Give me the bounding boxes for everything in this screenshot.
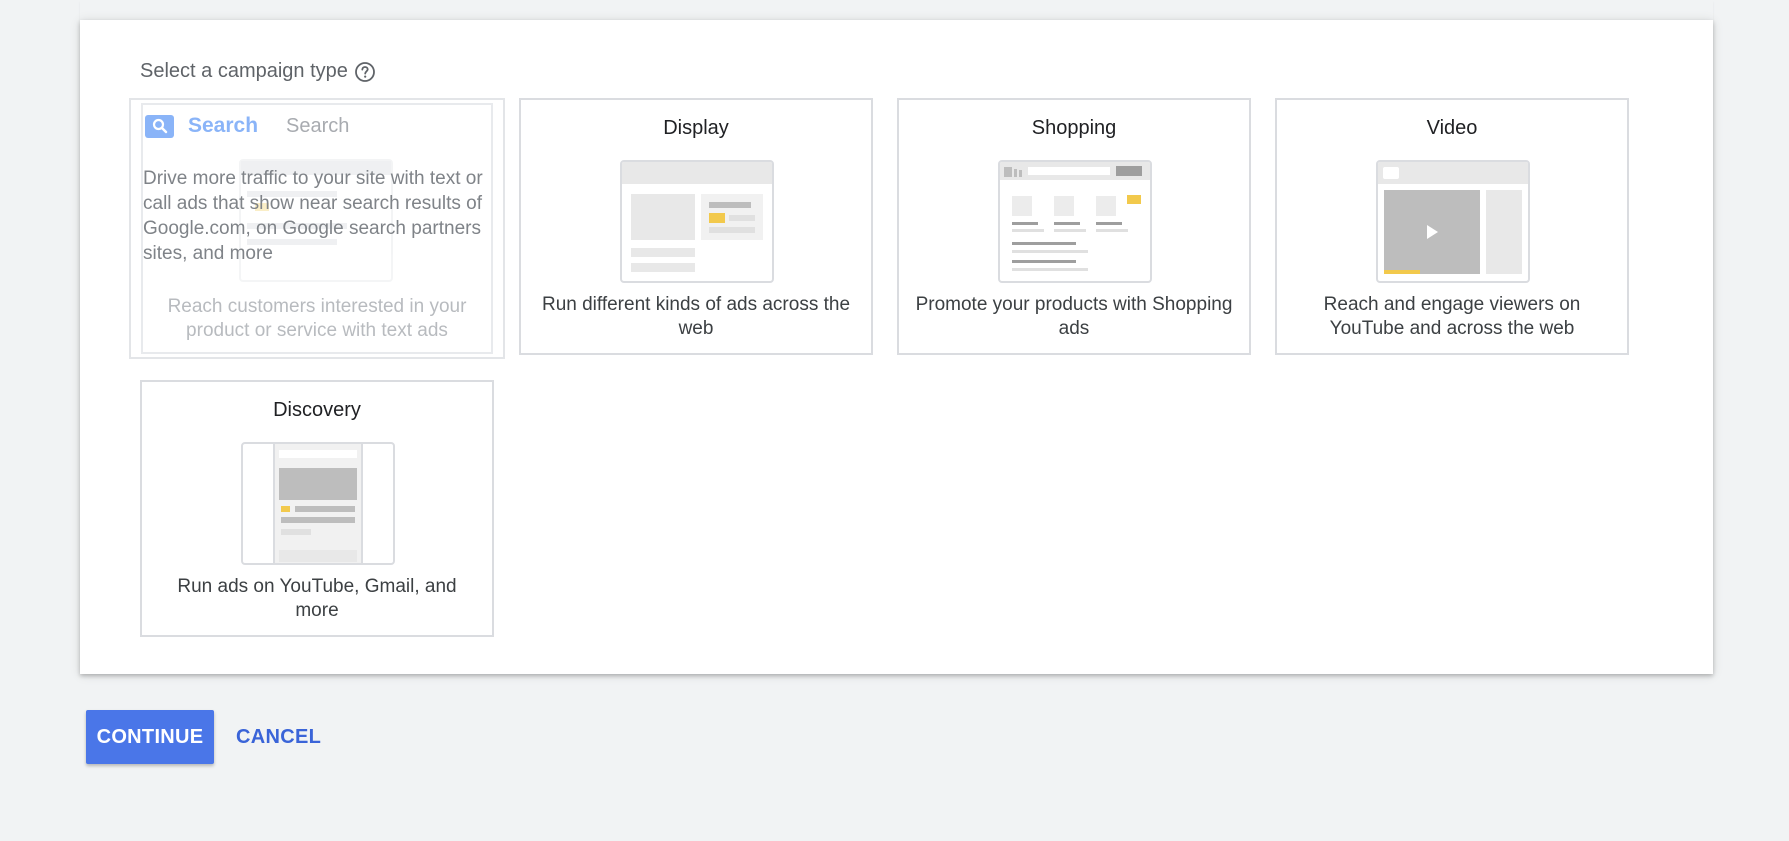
search-card-header: Search Search: [145, 114, 349, 138]
continue-button[interactable]: CONTINUE: [86, 710, 214, 764]
cancel-button[interactable]: CANCEL: [236, 710, 321, 764]
display-card-title: Display: [663, 117, 729, 139]
shopping-card-title: Shopping: [1031, 117, 1117, 139]
display-illustration: [620, 160, 774, 283]
search-icon: [145, 114, 174, 138]
campaign-card-discovery[interactable]: Discovery Run ads on YouTube, Gmail, and…: [140, 380, 494, 637]
shopping-illustration: [998, 160, 1152, 283]
form-actions: CONTINUE CANCEL: [86, 710, 321, 764]
video-illustration: [1376, 160, 1530, 283]
campaign-type-panel: Select a campaign type Search Search Dri…: [80, 20, 1713, 674]
campaign-card-video[interactable]: Video Reach and engage viewers on YouTub…: [1275, 98, 1629, 355]
previous-section-edge: [80, 0, 1713, 20]
campaign-card-display[interactable]: Display Run different kinds of ads acros…: [519, 98, 873, 355]
help-icon[interactable]: [354, 61, 376, 83]
search-card-subtitle: Reach customers interested in your produ…: [167, 296, 467, 341]
campaign-type-heading: Select a campaign type: [140, 60, 376, 83]
search-brand-label: Search: [188, 114, 259, 137]
heading-text: Select a campaign type: [140, 60, 348, 82]
search-card-title: Search: [286, 114, 350, 137]
video-card-title: Video: [1426, 117, 1478, 139]
discovery-card-description: Run ads on YouTube, Gmail, and more: [177, 576, 457, 621]
search-card-description: Drive more traffic to your site with tex…: [143, 168, 483, 264]
campaign-card-search[interactable]: Search Search Drive more traffic to your…: [129, 98, 505, 359]
campaign-card-shopping[interactable]: Shopping Promote your products with Shop…: [897, 98, 1251, 355]
discovery-illustration: [241, 442, 395, 565]
discovery-card-title: Discovery: [273, 399, 361, 421]
display-card-description: Run different kinds of ads across the we…: [541, 294, 851, 339]
play-icon: [1427, 225, 1438, 239]
video-card-description: Reach and engage viewers on YouTube and …: [1323, 294, 1581, 339]
shopping-card-description: Promote your products with Shopping ads: [915, 294, 1233, 339]
